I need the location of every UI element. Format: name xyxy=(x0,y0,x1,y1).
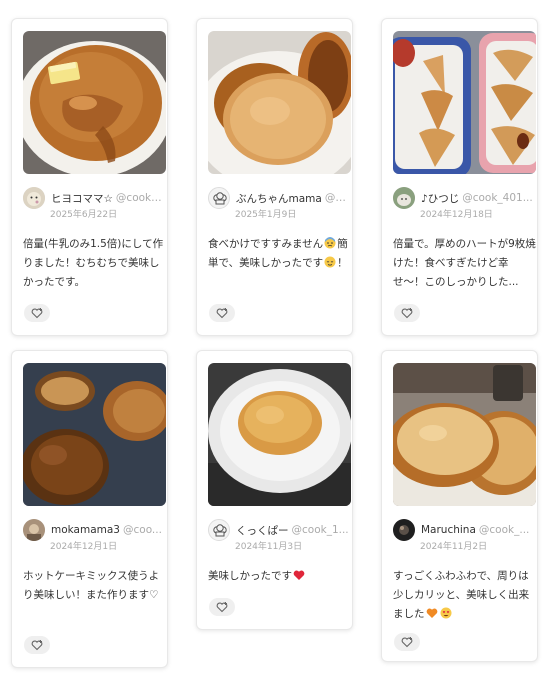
dark-photo-avatar[interactable] xyxy=(393,519,415,541)
relieved-face-emoji xyxy=(324,256,336,268)
author-name[interactable]: ♪ひつじ xyxy=(421,191,459,206)
report-photo[interactable] xyxy=(208,31,351,174)
author-name[interactable]: Maruchina xyxy=(421,524,476,536)
author-handle[interactable]: @cook_... xyxy=(116,192,166,204)
pancakes-on-plate-photo xyxy=(208,31,351,174)
report-comment: ホットケーキミックス使うより美味しい！また作ります♡ xyxy=(23,570,160,601)
heart-eyes-emoji xyxy=(440,607,452,619)
recipe-report-card[interactable]: ぶんちゃんmama @c... 2025年1月9日 食べかけですすみません 簡単で… xyxy=(196,18,353,336)
recipe-report-card[interactable]: ヒヨコママ☆ @cook_... 2025年6月22日 倍量(牛乳のみ1.5倍)… xyxy=(11,18,168,336)
stacked-fluffy-pancakes-photo xyxy=(393,363,536,506)
photo-avatar[interactable] xyxy=(23,519,45,541)
author-handle[interactable]: @cook_401... xyxy=(462,192,533,204)
anxious-face-emoji xyxy=(324,237,336,249)
comment-text: 美味しかったです xyxy=(208,570,292,582)
report-comment: 倍量で。厚めのハートが9枚焼けた！食べすぎたけど幸せ〜！このしっかりした... xyxy=(393,238,536,288)
report-comment: 食べかけですすみません 簡単で、美味しかったです！ xyxy=(208,235,351,273)
report-date: 2024年12月1日 xyxy=(50,542,118,552)
red-heart-emoji xyxy=(293,569,305,581)
report-photo[interactable] xyxy=(23,31,166,174)
comment-text-3: ！ xyxy=(337,257,348,269)
heart-plus-icon xyxy=(31,640,43,651)
author-name[interactable]: ヒヨコママ☆ xyxy=(51,191,113,206)
orange-heart-emoji xyxy=(426,607,438,619)
like-button[interactable] xyxy=(394,633,420,651)
author-handle[interactable]: @c... xyxy=(325,192,351,204)
recipe-report-card[interactable]: mokamama3 @coo... 2024年12月1日 ホットケーキミックス使… xyxy=(11,350,168,668)
heart-plus-icon xyxy=(216,602,228,613)
recipe-report-card[interactable]: くっくぱー @cook_1... 2024年11月3日 美味しかったです xyxy=(196,350,353,630)
comment-text: 食べかけですすみません xyxy=(208,238,324,250)
heart-plus-icon xyxy=(401,637,413,648)
report-date: 2024年11月3日 xyxy=(235,542,303,552)
recipe-report-card[interactable]: Maruchina @cook_... 2024年11月2日 すっごくふわふわで… xyxy=(381,350,538,662)
heart-plus-icon xyxy=(31,308,43,319)
author-name[interactable]: くっくぱー xyxy=(236,523,289,538)
like-button[interactable] xyxy=(24,636,50,654)
comment-text: すっごくふわふわで、周りは少しカリッと、美味しく出来ました xyxy=(393,570,530,620)
sheep-avatar[interactable] xyxy=(393,187,415,209)
pancakes-in-frying-pan-photo xyxy=(23,363,166,506)
chick-avatar[interactable] xyxy=(23,187,45,209)
report-date: 2024年12月18日 xyxy=(420,210,493,220)
like-button[interactable] xyxy=(209,598,235,616)
chef-hat-avatar[interactable] xyxy=(208,519,230,541)
report-date: 2025年6月22日 xyxy=(50,210,118,220)
author-handle[interactable]: @cook_1... xyxy=(292,524,349,536)
heart-pancakes-on-trays-photo xyxy=(393,31,536,174)
author-name[interactable]: ぶんちゃんmama xyxy=(236,191,322,206)
like-button[interactable] xyxy=(24,304,50,322)
chef-hat-avatar[interactable] xyxy=(208,187,230,209)
report-date: 2024年11月2日 xyxy=(420,542,488,552)
author-name[interactable]: mokamama3 xyxy=(51,524,120,536)
like-button[interactable] xyxy=(209,304,235,322)
report-date: 2025年1月9日 xyxy=(235,210,297,220)
heart-plus-icon xyxy=(216,308,228,319)
report-comment: 倍量(牛乳のみ1.5倍)にして作りました！むちむちで美味しかったです。 xyxy=(23,238,164,288)
report-comment: すっごくふわふわで、周りは少しカリッと、美味しく出来ました xyxy=(393,567,536,624)
like-button[interactable] xyxy=(394,304,420,322)
report-comment: 美味しかったです xyxy=(208,567,351,586)
author-handle[interactable]: @cook_... xyxy=(479,524,529,536)
report-photo[interactable] xyxy=(23,363,166,506)
pancake-with-butter-photo xyxy=(23,31,166,174)
report-photo[interactable] xyxy=(393,363,536,506)
heart-plus-icon xyxy=(401,308,413,319)
report-photo[interactable] xyxy=(393,31,536,174)
pancake-on-white-plate-photo xyxy=(208,363,351,506)
report-photo[interactable] xyxy=(208,363,351,506)
author-handle[interactable]: @coo... xyxy=(123,524,162,536)
recipe-report-card[interactable]: ♪ひつじ @cook_401... 2024年12月18日 倍量で。厚めのハート… xyxy=(381,18,538,336)
